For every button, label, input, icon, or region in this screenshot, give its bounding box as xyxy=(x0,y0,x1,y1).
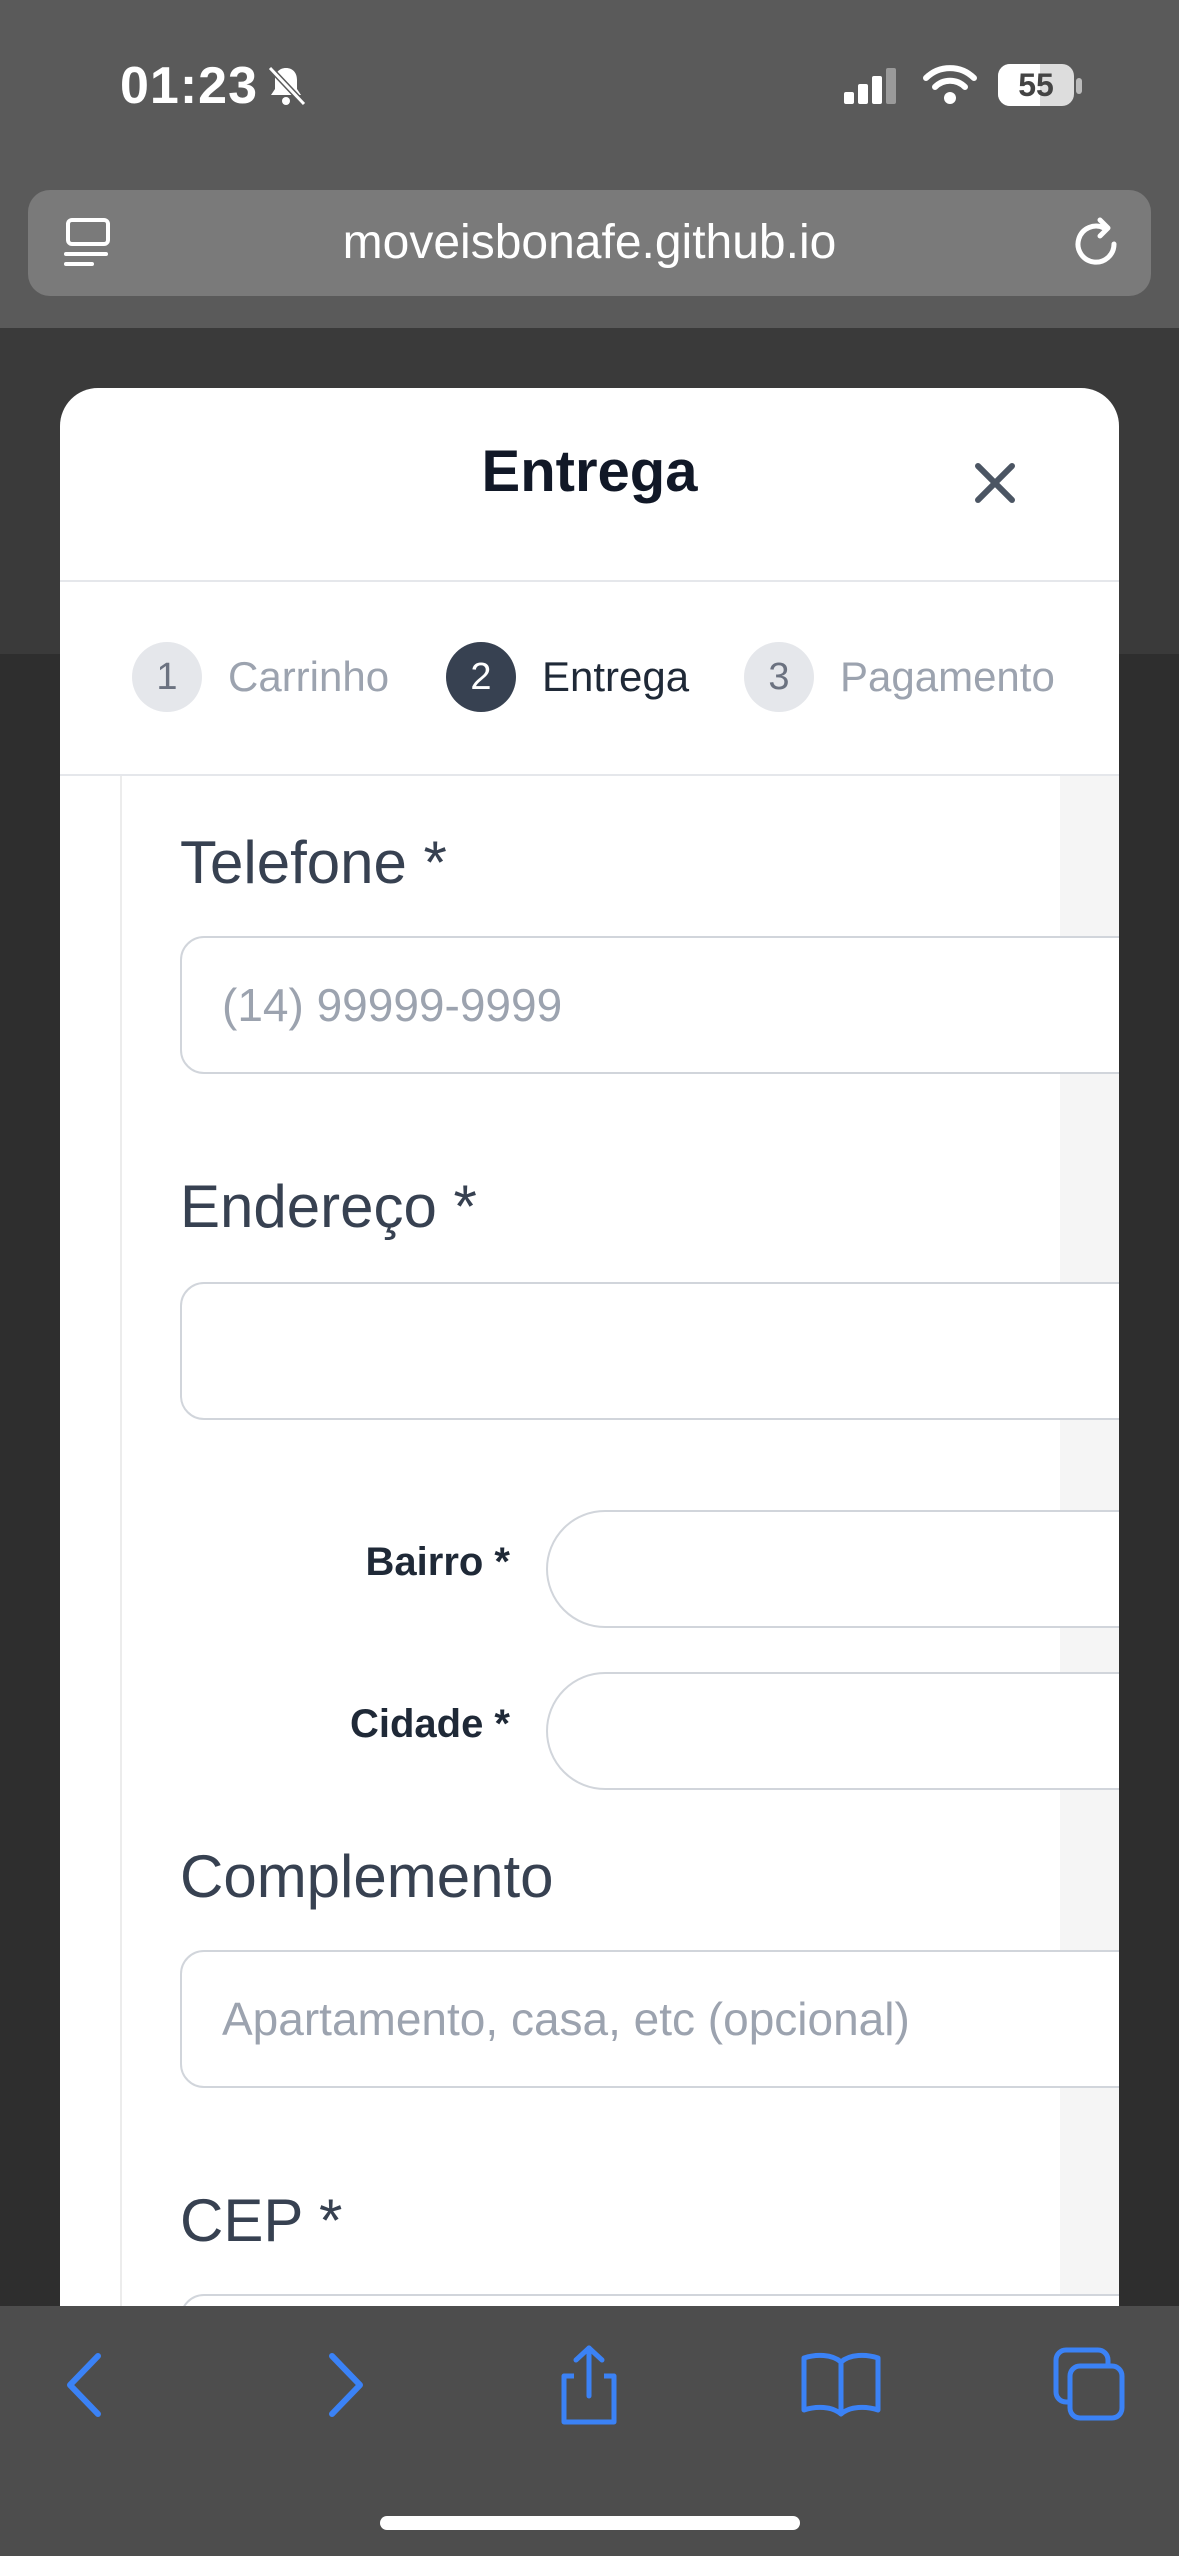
complemento-input[interactable]: Apartamento, casa, etc (opcional) xyxy=(180,1950,1119,2088)
bookmarks-icon[interactable] xyxy=(796,2340,886,2430)
close-icon[interactable] xyxy=(950,438,1040,528)
address-bar[interactable]: moveisbonafe.github.io xyxy=(28,190,1151,296)
step-label: Carrinho xyxy=(228,653,390,700)
complemento-placeholder: Apartamento, casa, etc (opcional) xyxy=(222,1993,910,2045)
cidade-label: Cidade * xyxy=(349,1702,510,1746)
complemento-label: Complemento xyxy=(180,1843,554,1910)
reload-icon[interactable] xyxy=(1070,214,1126,272)
share-icon[interactable] xyxy=(544,2340,634,2430)
cep-label: CEP * xyxy=(180,2187,343,2254)
modal-header: Entrega xyxy=(60,388,1119,582)
endereco-label: Endereço * xyxy=(180,1173,477,1240)
signal-icon xyxy=(844,68,896,104)
cidade-input[interactable] xyxy=(546,1672,1119,1790)
telefone-label: Telefone * xyxy=(180,829,447,896)
step-label: Entrega xyxy=(542,653,690,700)
step-number: 2 xyxy=(446,642,516,712)
bairro-label: Bairro * xyxy=(365,1540,511,1584)
checkout-modal: Entrega 1 Carrinho 2 Entrega 3 Pagamento… xyxy=(60,388,1119,2306)
status-time: 01:23 xyxy=(120,57,258,115)
battery-level: 55 xyxy=(1018,67,1054,103)
forward-icon[interactable] xyxy=(298,2340,388,2430)
wifi-icon xyxy=(923,65,977,104)
back-icon[interactable] xyxy=(42,2340,132,2430)
step-number: 3 xyxy=(744,642,814,712)
tabs-icon[interactable] xyxy=(1044,2340,1134,2430)
checkout-steps: 1 Carrinho 2 Entrega 3 Pagamento xyxy=(60,582,1119,774)
endereco-input[interactable] xyxy=(180,1282,1119,1420)
step-number: 1 xyxy=(132,642,202,712)
home-indicator xyxy=(380,2516,800,2530)
bell-slash-icon xyxy=(267,65,307,107)
telefone-input[interactable]: (14) 99999-9999 xyxy=(180,936,1119,1074)
telefone-placeholder: (14) 99999-9999 xyxy=(222,979,563,1031)
url-text: moveisbonafe.github.io xyxy=(342,216,837,269)
bairro-input[interactable] xyxy=(546,1510,1119,1628)
battery-tip xyxy=(1076,78,1082,94)
battery-icon: 55 xyxy=(998,64,1074,106)
step-label: Pagamento xyxy=(840,653,1055,700)
cep-input[interactable] xyxy=(180,2294,1119,2306)
